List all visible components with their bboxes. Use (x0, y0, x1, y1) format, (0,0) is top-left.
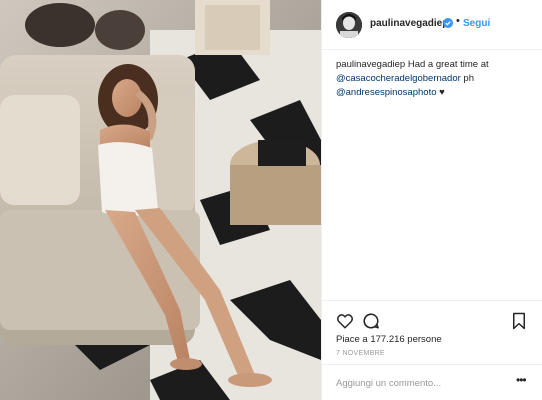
comment-input[interactable] (336, 375, 506, 391)
post-sidebar: paulinavegadiep • Segui paulinavegadiep … (321, 0, 542, 400)
follow-button[interactable]: Segui (463, 18, 490, 29)
more-options-icon[interactable]: ••• (516, 373, 527, 387)
username-link[interactable]: paulinavegadiep (370, 18, 448, 29)
caption-text-2: ph (463, 73, 474, 84)
caption-text-1: Had a great time at (407, 59, 489, 70)
comment-bar: ••• (322, 364, 542, 400)
heart-icon[interactable] (336, 312, 354, 330)
post-header: paulinavegadiep • Segui (322, 0, 542, 50)
comment-icon[interactable] (362, 312, 380, 330)
separator-dot: • (456, 15, 460, 27)
post-photo[interactable] (0, 0, 321, 400)
caption-username[interactable]: paulinavegadiep (336, 59, 405, 70)
caption-mention-1[interactable]: @casacocheradelgobernador (336, 73, 461, 84)
heart-emoji: ♥ (439, 87, 445, 98)
avatar-image (336, 12, 362, 38)
avatar[interactable] (336, 12, 362, 38)
post-date: 7 NOVEMBRE (336, 350, 385, 357)
verified-badge-icon (443, 18, 453, 28)
caption-mention-2[interactable]: @andresespinosaphoto (336, 87, 437, 98)
bookmark-icon[interactable] (510, 312, 528, 330)
likes-count[interactable]: Piace a 177.216 persone (336, 334, 442, 345)
photo-illustration (0, 0, 321, 400)
post-caption: paulinavegadiep Had a great time at @cas… (336, 58, 536, 100)
